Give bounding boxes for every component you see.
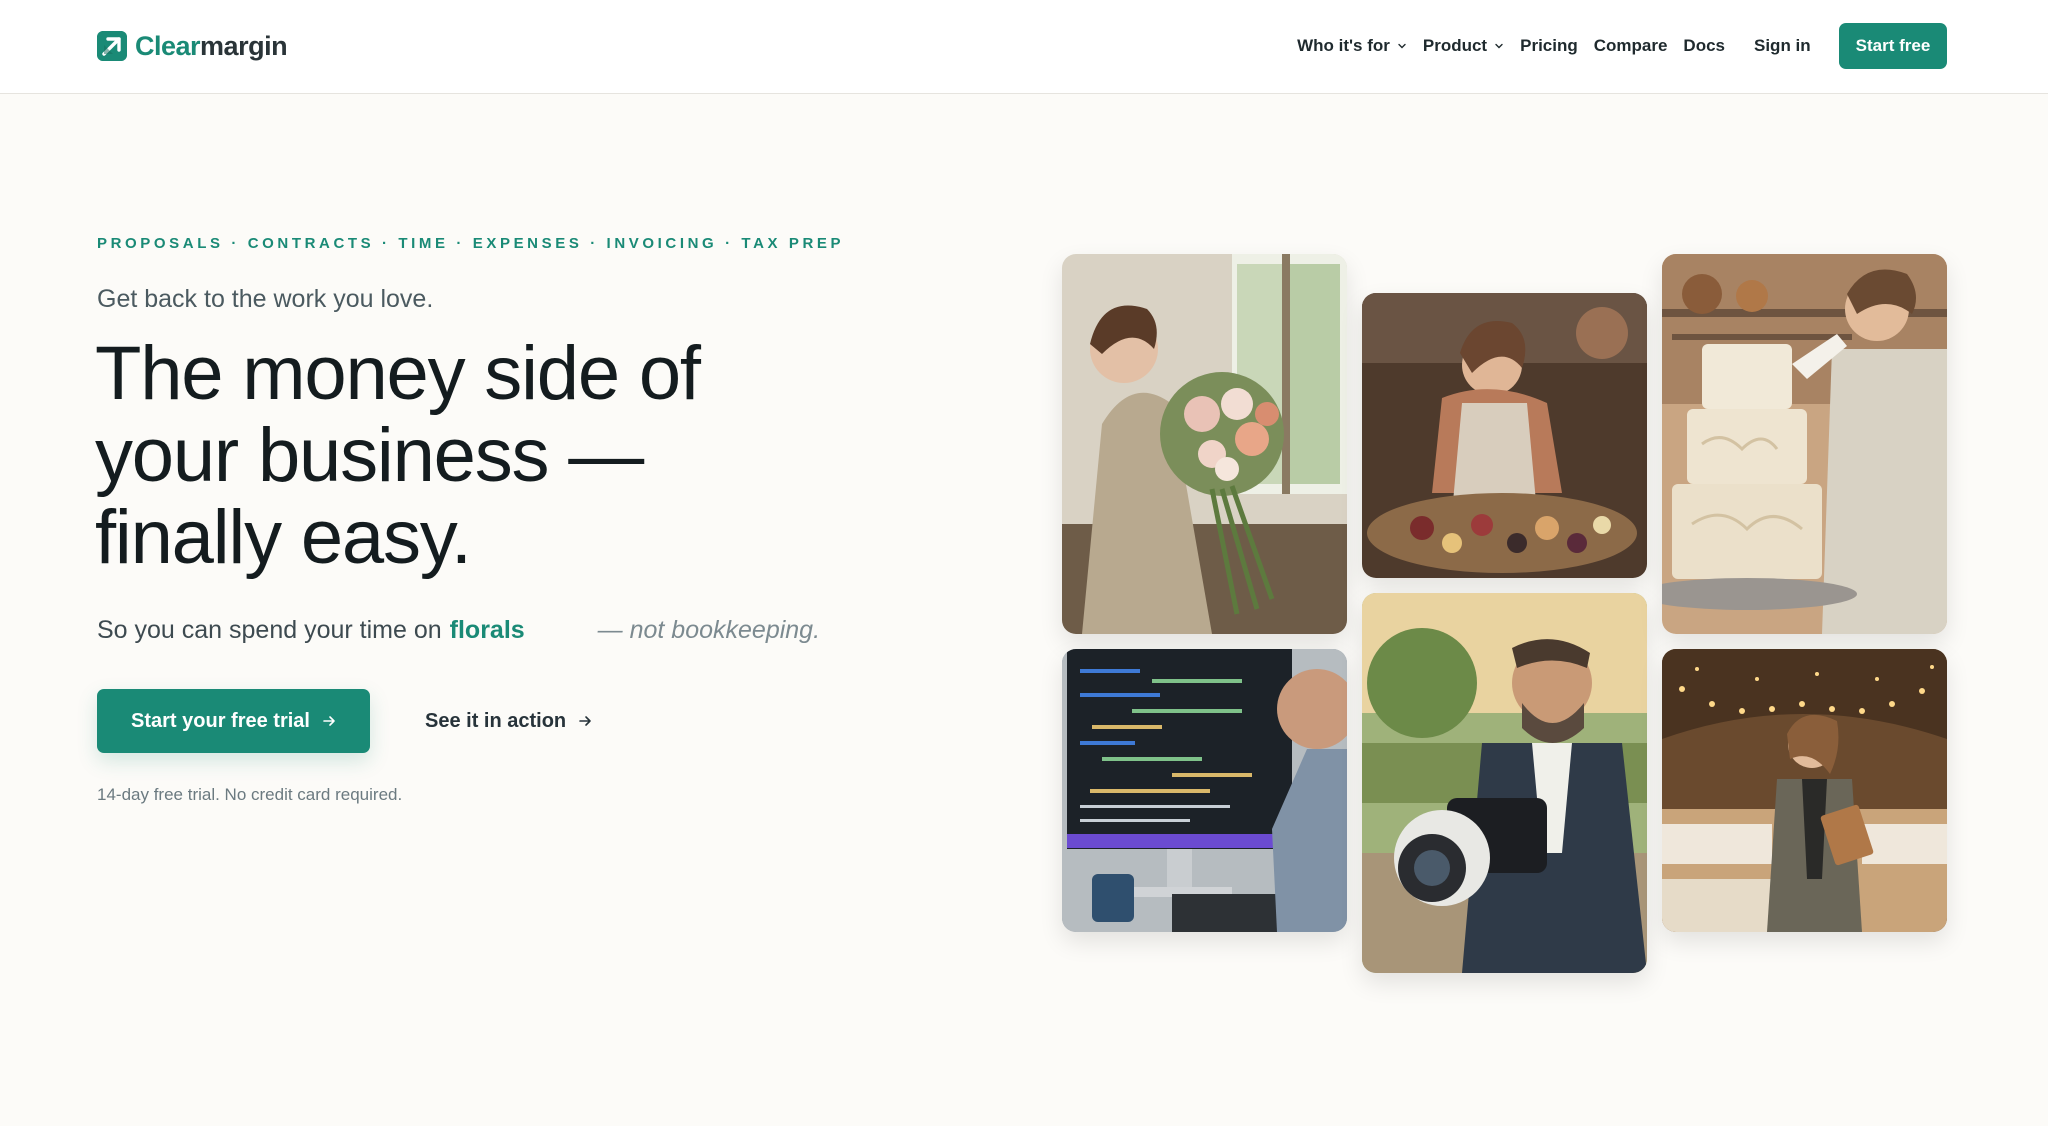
hero-subline: So you can spend your time on florals — …: [97, 612, 820, 648]
sign-in-link[interactable]: Sign in: [1754, 30, 1811, 62]
start-trial-button[interactable]: Start your free trial: [97, 689, 370, 753]
photo-caterer: [1362, 293, 1647, 578]
nav-label: Pricing: [1520, 36, 1578, 55]
headline-line: your business —: [95, 413, 644, 498]
photo-event-planner: [1662, 649, 1947, 932]
nav-label: Compare: [1593, 36, 1668, 55]
nav-item-pricing[interactable]: Pricing: [1520, 36, 1578, 56]
nav-label: Product: [1422, 36, 1488, 55]
nav-label: Who it's for: [1297, 36, 1390, 55]
brand-logo[interactable]: Clearmargin: [97, 30, 288, 62]
subline-suffix: — not bookkeeping.: [597, 615, 821, 644]
nav-item-compare[interactable]: Compare: [1594, 36, 1668, 56]
brand-name: Clearmargin: [135, 30, 288, 61]
arrow-up-right-icon: [97, 31, 127, 61]
chevron-down-icon: [1398, 43, 1406, 49]
start-free-button[interactable]: Start free: [1839, 23, 1947, 69]
arrow-right-icon: [579, 716, 591, 726]
headline-line: finally easy.: [95, 495, 472, 580]
rotating-word: florals: [449, 615, 525, 644]
trial-fineprint: 14-day free trial. No credit card requir…: [97, 785, 403, 804]
photo-florist: [1062, 254, 1347, 634]
top-nav: Clearmargin Who it's for Product Pricing…: [0, 0, 2048, 94]
photo-developer: [1062, 649, 1347, 932]
nav-item-who-its-for[interactable]: Who it's for: [1297, 36, 1407, 56]
photo-baker: [1662, 254, 1947, 634]
nav-item-docs[interactable]: Docs: [1683, 36, 1725, 56]
nav-label: Docs: [1683, 36, 1725, 55]
photo-photographer: [1362, 593, 1647, 973]
start-trial-label: Start your free trial: [131, 709, 310, 732]
arrow-right-icon: [323, 716, 335, 726]
hero-kicker: Get back to the work you love.: [97, 285, 434, 313]
headline-line: The money side of: [95, 331, 701, 416]
nav-item-product[interactable]: Product: [1423, 36, 1504, 56]
chevron-down-icon: [1495, 43, 1503, 49]
primary-nav: Who it's for Product Pricing Compare Doc…: [1297, 30, 1725, 62]
hero-headline: The money side of your business — finall…: [95, 333, 735, 579]
feature-eyebrow: PROPOSALS · CONTRACTS · TIME · EXPENSES …: [97, 235, 845, 252]
subline-prefix: So you can spend your time on: [97, 615, 442, 644]
see-action-label: See it in action: [425, 709, 567, 732]
see-it-in-action-link[interactable]: See it in action: [425, 705, 592, 737]
